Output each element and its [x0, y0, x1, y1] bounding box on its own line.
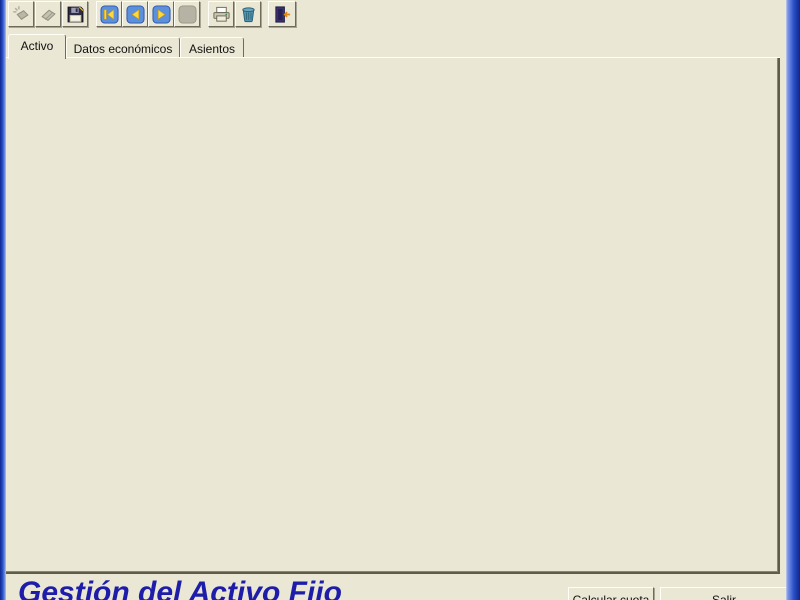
tab-activo[interactable]: Activo: [8, 34, 66, 59]
bdamort-window: Activo Datos económicos Asientos BDAMORT…: [0, 0, 800, 600]
toolbar: [6, 0, 786, 32]
first-record-icon: [99, 4, 119, 24]
printer-icon: [212, 6, 230, 22]
next-record-icon: [151, 4, 171, 24]
floppy-save-icon: [67, 6, 83, 22]
next-record-button[interactable]: [148, 1, 174, 27]
delete-button[interactable]: [235, 1, 261, 27]
first-record-button[interactable]: [96, 1, 122, 27]
print-button[interactable]: [208, 1, 234, 27]
new-icon: [12, 5, 29, 20]
footer-title: Gestión del Activo Fijo: [18, 576, 342, 600]
edit-record-button[interactable]: [35, 1, 61, 27]
calcular-button-label: Calcular cuota: [572, 593, 650, 600]
last-record-icon: [177, 4, 197, 24]
last-record-button[interactable]: [174, 1, 200, 27]
window-border-right: [786, 0, 800, 600]
tab-label: Asientos: [188, 42, 236, 56]
previous-record-icon: [125, 4, 145, 24]
window-border-left: [0, 0, 6, 600]
save-button[interactable]: [62, 1, 88, 27]
tab-label: Datos económicos: [73, 42, 173, 56]
tab-datos-economicos[interactable]: Datos económicos: [66, 37, 180, 57]
eraser-icon: [40, 9, 56, 21]
tab-page-activo: [4, 57, 780, 574]
tab-asientos[interactable]: Asientos: [180, 37, 244, 57]
trash-icon: [241, 6, 255, 22]
exit-door-icon: [274, 5, 290, 23]
salir-button[interactable]: Salir: [660, 587, 788, 600]
previous-record-button[interactable]: [122, 1, 148, 27]
exit-button[interactable]: [268, 1, 296, 27]
calcular-button[interactable]: Calcular cuota: [568, 587, 654, 600]
salir-button-label: Salir: [711, 593, 736, 600]
new-record-button[interactable]: [8, 1, 34, 27]
tab-label: Activo: [20, 39, 54, 53]
